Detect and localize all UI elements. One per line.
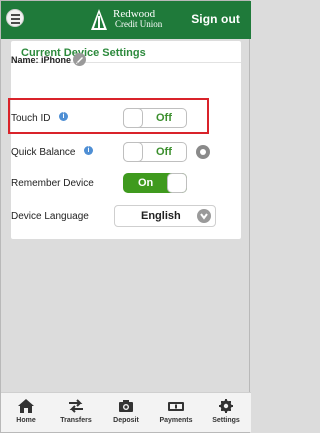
tab-transfers[interactable]: Transfers [51, 393, 101, 433]
tab-label: Transfers [60, 417, 92, 424]
brand-subtitle: Credit Union [115, 19, 163, 29]
remember-device-toggle[interactable]: On [123, 173, 187, 193]
app-screen: Redwood Credit Union Sign out Current De… [0, 0, 251, 433]
tab-label: Payments [159, 417, 193, 424]
quick-balance-toggle[interactable]: Off [123, 142, 187, 162]
touch-id-highlight [8, 98, 209, 134]
remember-device-label: Remember Device [11, 178, 94, 189]
payments-icon [168, 402, 184, 411]
device-language-label: Device Language [11, 211, 89, 222]
tab-deposit[interactable]: Deposit [101, 393, 151, 433]
menu-icon [11, 14, 20, 16]
toggle-knob [167, 173, 187, 193]
app-header: Redwood Credit Union Sign out [1, 1, 251, 39]
tab-label: Settings [212, 417, 240, 424]
camera-icon [119, 400, 133, 412]
tab-label: Deposit [113, 417, 139, 424]
brand-logo: Redwood Credit Union [87, 7, 182, 33]
chevron-down-icon [197, 209, 211, 223]
gear-icon [219, 399, 233, 413]
toggle-state: On [138, 177, 154, 189]
home-icon [18, 399, 34, 413]
transfer-arrows-icon [69, 399, 83, 413]
pencil-icon[interactable] [73, 53, 86, 66]
device-name-label: Name: iPhone [11, 55, 72, 65]
tab-settings[interactable]: Settings [201, 393, 251, 433]
quick-balance-label: Quick Balance [11, 147, 76, 158]
bottom-tab-bar: Home Transfers Deposit Payments Settings [1, 392, 251, 432]
device-language-select[interactable]: English [114, 205, 216, 227]
sign-out-button[interactable]: Sign out [191, 12, 240, 26]
info-icon[interactable]: i [84, 146, 93, 155]
gear-icon[interactable] [196, 145, 210, 159]
tab-home[interactable]: Home [1, 393, 51, 433]
toggle-state: Off [156, 146, 172, 158]
tab-payments[interactable]: Payments [151, 393, 201, 433]
toggle-knob [123, 142, 143, 162]
selected-language: English [141, 210, 181, 222]
redwood-tree-icon [91, 9, 107, 30]
menu-button[interactable] [6, 9, 24, 27]
tab-label: Home [16, 417, 36, 424]
